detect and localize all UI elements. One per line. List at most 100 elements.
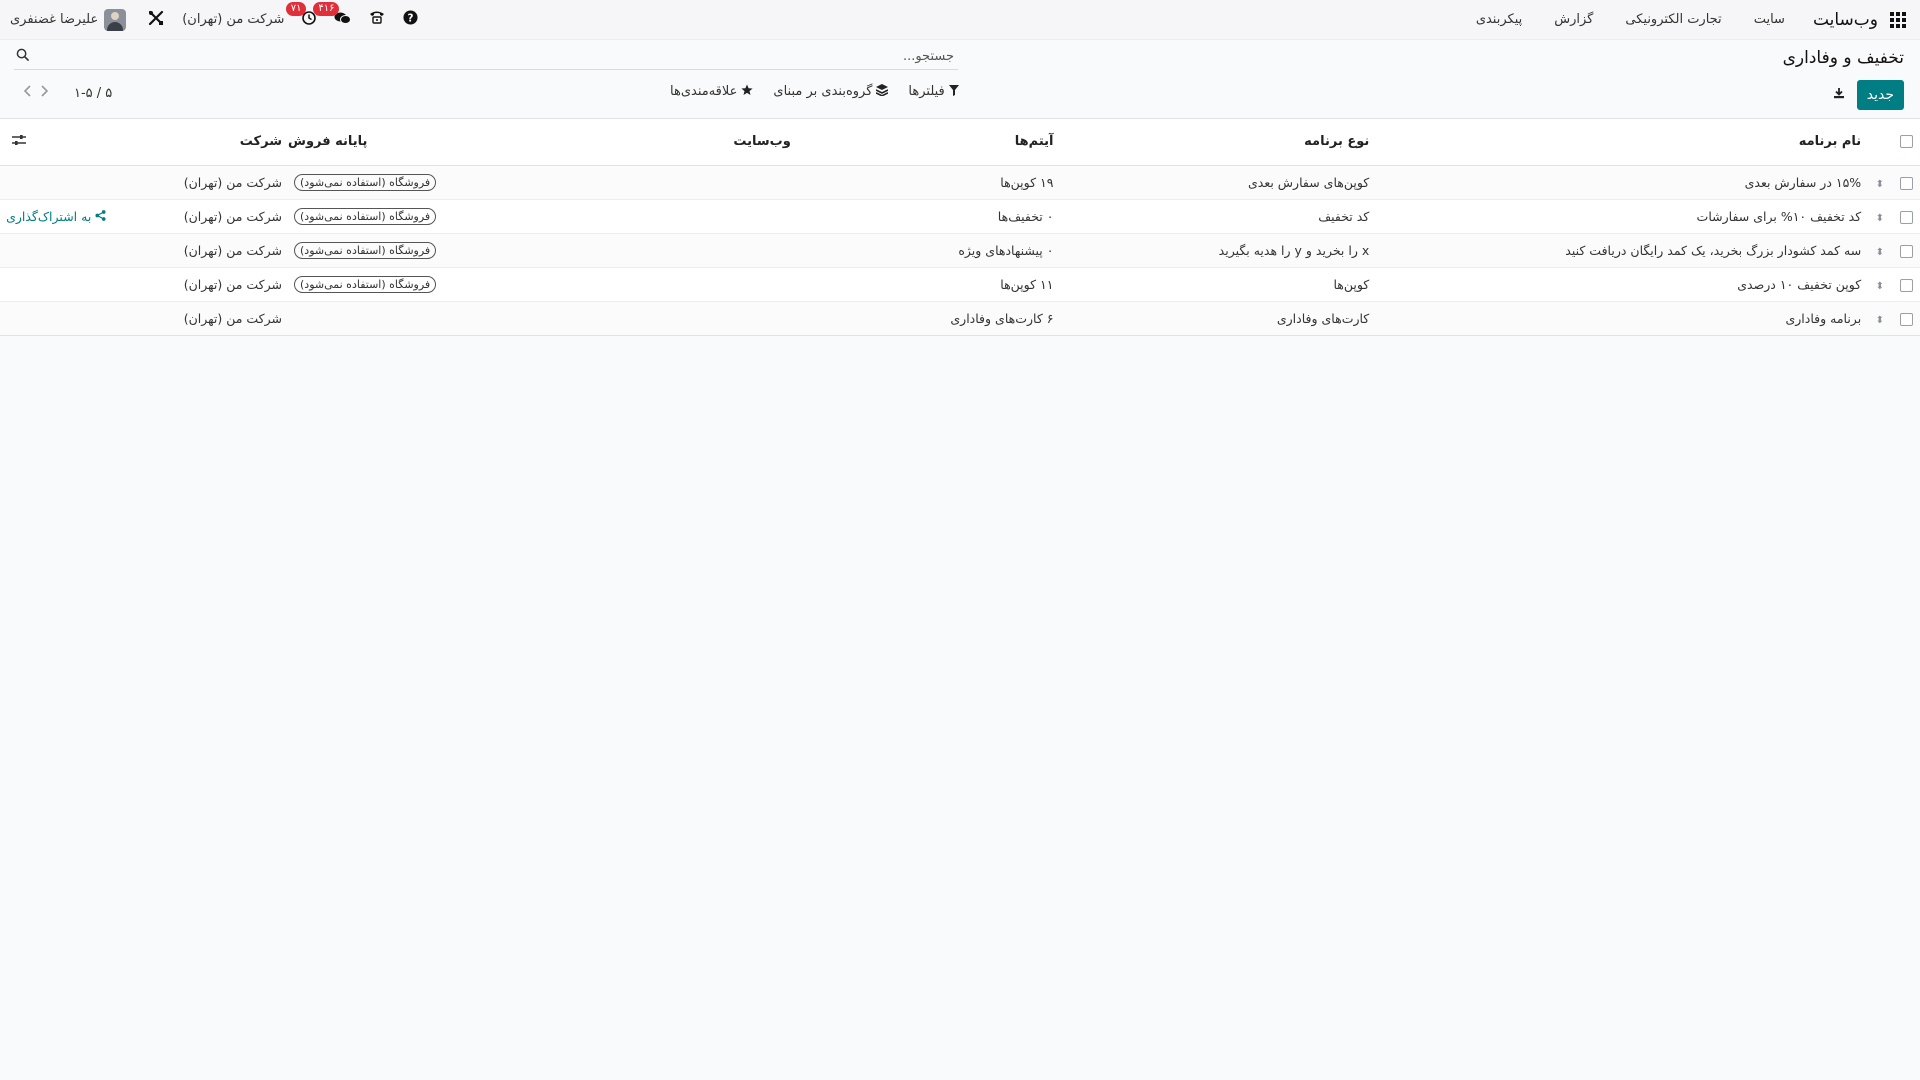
programs-table: نام برنامه نوع برنامه آیتم‌ها وب‌سایت پا… [0, 119, 1920, 335]
header-company[interactable]: شرکت [106, 119, 288, 166]
download-icon [1833, 87, 1845, 103]
pos-tag: فروشگاه (استفاده نمی‌شود) [294, 241, 437, 259]
user-menu[interactable]: علیرضا غضنفری [10, 8, 127, 31]
search-bar [14, 44, 958, 70]
funnel-icon [948, 84, 959, 99]
cell-share [0, 233, 107, 268]
tools-icon [148, 10, 164, 30]
messages-count-badge: ۴۱۶ [313, 1, 340, 16]
cell-items: ۱۹ کوپن‌ها [796, 165, 1060, 200]
filters-label: فیلترها [908, 84, 945, 99]
pager-previous-button[interactable] [23, 85, 32, 101]
apps-grid-icon[interactable] [1890, 11, 1906, 28]
row-checkbox[interactable] [1899, 176, 1913, 190]
activities-button[interactable]: ۷۱ [285, 1, 317, 29]
share-label: به اشتراک‌گذاری [6, 208, 92, 224]
menu-item-ecommerce[interactable]: تجارت الکترونیکی [1625, 12, 1721, 27]
cell-program-type: کد تخفیف [1059, 199, 1376, 234]
pos-tag: فروشگاه (استفاده نمی‌شود) [294, 275, 437, 293]
row-checkbox[interactable] [1899, 244, 1913, 258]
table-row[interactable]: ⬍ سه کمد کشودار بزرگ بخرید، یک کمد رایگا… [0, 233, 1920, 268]
pager-value[interactable]: ۱-۵ / ۵ [74, 86, 112, 101]
table-row[interactable]: ⬍ ۱۵% در سفارش بعدی کوپن‌های سفارش بعدی … [0, 165, 1920, 200]
new-button[interactable]: جدید [1856, 80, 1904, 110]
user-name: علیرضا غضنفری [10, 12, 99, 27]
row-checkbox[interactable] [1899, 278, 1913, 292]
layers-icon [876, 84, 889, 99]
group-by-toggle[interactable]: گروه‌بندی بر مبنای [773, 84, 889, 99]
header-pos-label[interactable]: پایانه فروش [288, 119, 544, 166]
pager: ۱-۵ / ۵ [23, 85, 112, 101]
cell-website [623, 165, 797, 200]
export-button[interactable] [1828, 84, 1850, 106]
cell-program-type: کوپن‌ها [1059, 267, 1376, 302]
cell-program-name[interactable]: برنامه وفاداری [1375, 301, 1868, 335]
drag-handle-icon[interactable]: ⬍ [1876, 247, 1884, 258]
pos-tag: فروشگاه (استفاده نمی‌شود) [294, 173, 437, 191]
navbar-systray: ? ۴۱۶ ۷۱ شرکت من (تهران) علیرضا غضنفری [10, 0, 436, 39]
table-row[interactable]: ⬍ کد تخفیف ۱۰% برای سفارشات کد تخفیف ۰ ت… [0, 199, 1920, 234]
cell-company: شرکت من (تهران) [106, 301, 288, 335]
pager-next-button[interactable] [40, 85, 49, 101]
cell-share [0, 165, 107, 200]
debug-tools-button[interactable] [148, 10, 164, 30]
select-all-checkbox[interactable] [1899, 135, 1913, 149]
page-title: تخفیف و وفاداری [1782, 48, 1904, 68]
table-row[interactable]: ⬍ کوپن تخفیف ۱۰ درصدی کوپن‌ها ۱۱ کوپن‌ها… [0, 267, 1920, 302]
cell-items: ۱۱ کوپن‌ها [796, 267, 1060, 302]
favorites-label: علاقه‌مندی‌ها [670, 84, 738, 99]
drag-handle-icon[interactable]: ⬍ [1876, 315, 1884, 326]
activities-count-badge: ۷۱ [285, 1, 307, 16]
cell-share: به اشتراک‌گذاری [0, 199, 107, 234]
filters-toggle[interactable]: فیلترها [908, 84, 959, 99]
drag-handle-icon[interactable]: ⬍ [1876, 179, 1884, 190]
star-icon [741, 84, 754, 99]
table-row[interactable]: ⬍ برنامه وفاداری کارت‌های وفاداری ۶ کارت… [0, 301, 1920, 335]
search-panel-toggles: فیلترها گروه‌بندی بر مبنای علاقه‌مندی‌ها [670, 84, 959, 99]
search-icon[interactable] [16, 48, 29, 65]
cell-company: شرکت من (تهران) [106, 267, 288, 302]
drag-handle-icon[interactable]: ⬍ [1876, 213, 1884, 224]
search-input[interactable] [29, 44, 958, 69]
cell-company: شرکت من (تهران) [106, 233, 288, 268]
header-items[interactable]: آیتم‌ها [796, 119, 1060, 166]
cell-program-name[interactable]: کوپن تخفیف ۱۰ درصدی [1375, 267, 1868, 302]
header-pos [543, 119, 624, 166]
navbar-main-menu: وب‌سایت سایت تجارت الکترونیکی گزارش پیکر… [1444, 0, 1906, 39]
menu-item-reporting[interactable]: گزارش [1554, 12, 1593, 27]
company-switcher[interactable]: شرکت من (تهران) [182, 12, 284, 27]
header-program-name[interactable]: نام برنامه [1375, 119, 1868, 166]
row-checkbox[interactable] [1899, 210, 1913, 224]
group-by-label: گروه‌بندی بر مبنای [773, 84, 873, 99]
menu-item-configuration[interactable]: پیکربندی [1476, 12, 1522, 27]
row-checkbox[interactable] [1899, 312, 1913, 326]
avatar [104, 8, 127, 31]
cell-website [623, 267, 797, 302]
drag-handle-icon[interactable]: ⬍ [1876, 281, 1884, 292]
cell-items: ۰ پیشنهادهای ویژه [796, 233, 1060, 268]
help-button[interactable]: ? [403, 10, 418, 29]
cell-company: شرکت من (تهران) [106, 165, 288, 200]
header-website[interactable]: وب‌سایت [623, 119, 797, 166]
messages-button[interactable]: ۴۱۶ [313, 1, 352, 29]
cell-company: شرکت من (تهران) [106, 199, 288, 234]
select-all-cell[interactable] [1892, 119, 1920, 166]
share-icon [91, 209, 106, 224]
share-button[interactable]: به اشتراک‌گذاری [6, 209, 106, 224]
svg-text:?: ? [408, 12, 414, 24]
app-brand[interactable]: وب‌سایت [1813, 10, 1878, 30]
phone-icon [369, 10, 385, 29]
favorites-toggle[interactable]: علاقه‌مندی‌ها [670, 84, 754, 99]
header-program-type[interactable]: نوع برنامه [1059, 119, 1376, 166]
cell-program-name[interactable]: ۱۵% در سفارش بعدی [1375, 165, 1868, 200]
question-circle-icon: ? [403, 10, 418, 29]
cell-website [623, 301, 797, 335]
pos-tag: فروشگاه (استفاده نمی‌شود) [294, 207, 437, 225]
cell-program-name[interactable]: کد تخفیف ۱۰% برای سفارشات [1375, 199, 1868, 234]
menu-item-site[interactable]: سایت [1754, 12, 1785, 27]
table-header-row: نام برنامه نوع برنامه آیتم‌ها وب‌سایت پا… [0, 119, 1920, 166]
voip-button[interactable] [369, 10, 385, 29]
cell-program-name[interactable]: سه کمد کشودار بزرگ بخرید، یک کمد رایگان … [1375, 233, 1868, 268]
cell-program-type: x را بخرید و y را هدیه بگیرید [1059, 233, 1376, 268]
optional-columns-toggle[interactable] [0, 119, 107, 166]
